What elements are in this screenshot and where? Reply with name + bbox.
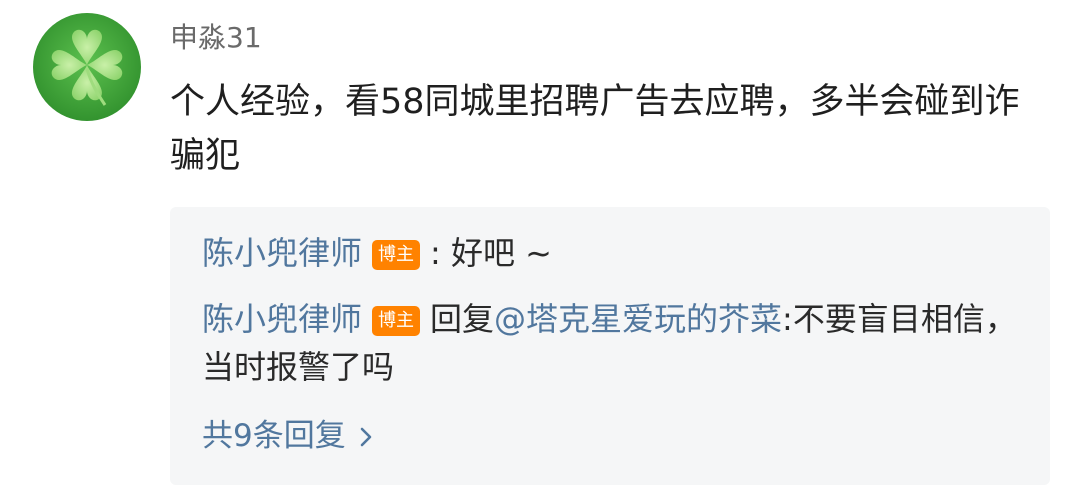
comment-text: 个人经验，看58同城里招聘广告去应聘，多半会碰到诈骗犯 [170,82,1020,176]
reply-item: 陈小兜律师 博主: 好吧 ~ [202,229,1032,277]
reply-separator: : [430,234,451,272]
reply-prefix: 回复 [430,300,495,338]
reply-author[interactable]: 陈小兜律师 [202,234,362,272]
reply-text: 好吧 ~ [450,234,552,272]
reply-mention[interactable]: @塔克星爱玩的芥菜 [494,300,782,338]
view-all-replies-label: 共9条回复 [202,418,346,454]
avatar[interactable] [33,13,141,121]
username[interactable]: 申淼31 [170,18,262,58]
chevron-right-icon [360,427,372,447]
four-leaf-clover-icon [33,13,141,121]
author-badge: 博主 [372,240,421,270]
reply-item: 陈小兜律师 博主 回复@塔克星爱玩的芥菜:不要盲目相信，当时报警了吗 [202,295,1032,391]
reply-thread[interactable]: 陈小兜律师 博主: 好吧 ~ 陈小兜律师 博主 回复@塔克星爱玩的芥菜:不要盲目相信，… [170,207,1050,485]
view-all-replies-link[interactable]: 共9条回复 [202,412,374,460]
author-badge: 博主 [372,306,421,336]
reply-author[interactable]: 陈小兜律师 [202,300,362,338]
